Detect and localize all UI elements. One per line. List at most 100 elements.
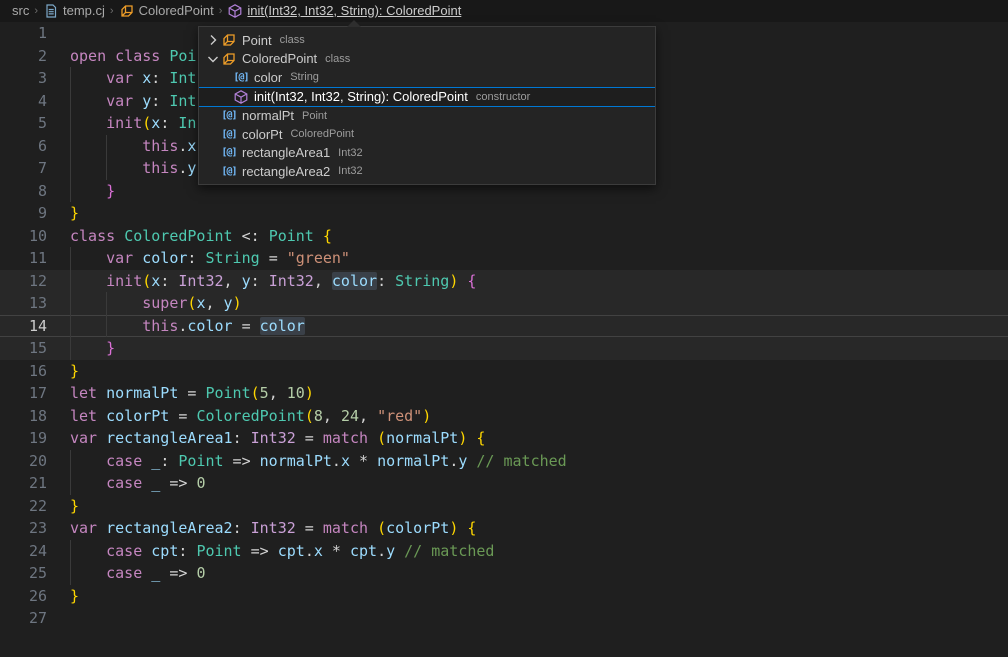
code-line-15[interactable]: 15 } xyxy=(0,337,1008,360)
symbol-row-point[interactable]: Pointclass xyxy=(199,31,655,50)
code-text: init(x: In xyxy=(70,112,196,135)
symbol-field-icon: [@] xyxy=(221,163,237,179)
code-line-11[interactable]: 11 var color: String = "green" xyxy=(0,247,1008,270)
token: => xyxy=(160,564,196,582)
symbol-row-color[interactable]: [@]colorString xyxy=(199,68,655,87)
symbol-row-coloredpoint[interactable]: ColoredPoint class xyxy=(199,50,655,69)
code-line-10[interactable]: 10class ColoredPoint <: Point { xyxy=(0,225,1008,248)
code-line-26[interactable]: 26} xyxy=(0,585,1008,608)
line-number: 6 xyxy=(0,135,47,158)
breadcrumb-item-coloredpoint[interactable]: ColoredPoint xyxy=(119,0,214,22)
token: { xyxy=(323,227,332,245)
symbol-name: color xyxy=(254,70,282,85)
token: case xyxy=(106,452,142,470)
token xyxy=(133,92,142,110)
symbol-field-icon: [@] xyxy=(221,145,237,161)
code-line-23[interactable]: 23var rectangleArea2: Int32 = match (col… xyxy=(0,517,1008,540)
code-text: } xyxy=(70,202,79,225)
code-text: case cpt: Point => cpt.x * cpt.y // matc… xyxy=(70,540,494,563)
chevron-down-icon[interactable] xyxy=(205,51,221,67)
code-line-22[interactable]: 22} xyxy=(0,495,1008,518)
token xyxy=(260,227,269,245)
token: . xyxy=(449,452,458,470)
code-text: case _ => 0 xyxy=(70,562,205,585)
chevron-right-icon[interactable] xyxy=(205,32,221,48)
symbol-row-normalpt[interactable]: [@]normalPtPoint xyxy=(199,107,655,126)
code-line-20[interactable]: 20 case _: Point => normalPt.x * normalP… xyxy=(0,450,1008,473)
code-line-24[interactable]: 24 case cpt: Point => cpt.x * cpt.y // m… xyxy=(0,540,1008,563)
token: : xyxy=(377,272,395,290)
code-text: var rectangleArea1: Int32 = match (norma… xyxy=(70,427,485,450)
symbol-detail: Point xyxy=(302,110,327,122)
token xyxy=(70,339,106,357)
token: var xyxy=(106,92,133,110)
symbol-detail: Int32 xyxy=(338,165,362,177)
token: } xyxy=(70,587,79,605)
token: : xyxy=(160,272,178,290)
code-line-16[interactable]: 16} xyxy=(0,360,1008,383)
code-text: case _ => 0 xyxy=(70,472,205,495)
token: ) xyxy=(422,407,431,425)
token: _ xyxy=(151,564,160,582)
token: 10 xyxy=(287,384,305,402)
symbol-row-colorpt[interactable]: [@]colorPtColoredPoint xyxy=(199,125,655,144)
token: x xyxy=(142,69,151,87)
token: ( xyxy=(251,384,260,402)
code-line-27[interactable]: 27 xyxy=(0,607,1008,630)
token: x xyxy=(341,452,350,470)
highlighted-occurrence: color xyxy=(332,272,377,290)
token: y xyxy=(224,294,233,312)
symbol-row-rectanglearea1[interactable]: [@]rectangleArea1Int32 xyxy=(199,144,655,163)
code-line-12[interactable]: 12 init(x: Int32, y: Int32, color: Strin… xyxy=(0,270,1008,293)
code-line-9[interactable]: 9} xyxy=(0,202,1008,225)
token: Int xyxy=(169,92,196,110)
code-text: class ColoredPoint <: Point { xyxy=(70,225,332,248)
token xyxy=(70,272,106,290)
line-number: 2 xyxy=(0,45,47,68)
token: . xyxy=(305,542,314,560)
token: rectangleArea1 xyxy=(106,429,232,447)
token: super xyxy=(142,294,187,312)
code-line-25[interactable]: 25 case _ => 0 xyxy=(0,562,1008,585)
token xyxy=(70,92,106,110)
token xyxy=(278,249,287,267)
code-text: var color: String = "green" xyxy=(70,247,350,270)
token: ( xyxy=(305,407,314,425)
line-number: 9 xyxy=(0,202,47,225)
code-line-14[interactable]: 14 this.color = color xyxy=(0,315,1008,338)
token: cpt xyxy=(278,542,305,560)
code-line-17[interactable]: 17let normalPt = Point(5, 10) xyxy=(0,382,1008,405)
token: . xyxy=(332,452,341,470)
token: String xyxy=(205,249,259,267)
symbol-row-rectanglearea2[interactable]: [@]rectangleArea2Int32 xyxy=(199,162,655,181)
symbol-row-init-int32-int32-string-[interactable]: init(Int32, Int32, String): ColoredPoint… xyxy=(199,87,655,107)
token: = xyxy=(233,317,260,335)
code-text: this.y xyxy=(70,157,196,180)
symbol-detail: String xyxy=(290,71,319,83)
code-text: let colorPt = ColoredPoint(8, 24, "red") xyxy=(70,405,431,428)
token: var xyxy=(70,429,97,447)
line-number: 7 xyxy=(0,157,47,180)
code-line-21[interactable]: 21 case _ => 0 xyxy=(0,472,1008,495)
code-text: } xyxy=(70,495,79,518)
token: case xyxy=(106,474,142,492)
token: open xyxy=(70,47,106,65)
symbol-name: init(Int32, Int32, String): ColoredPoint xyxy=(254,89,468,104)
breadcrumb-item-temp-cj[interactable]: temp.cj xyxy=(43,0,105,22)
token: class xyxy=(70,227,115,245)
symbol-name: ColoredPoint xyxy=(242,51,317,66)
symbol-detail: class xyxy=(325,53,350,65)
token xyxy=(97,407,106,425)
code-line-18[interactable]: 18let colorPt = ColoredPoint(8, 24, "red… xyxy=(0,405,1008,428)
token xyxy=(70,294,142,312)
code-text: init(x: Int32, y: Int32, color: String) … xyxy=(70,270,476,293)
code-line-19[interactable]: 19var rectangleArea1: Int32 = match (nor… xyxy=(0,427,1008,450)
symbol-name: rectangleArea1 xyxy=(242,145,330,160)
token: , xyxy=(359,407,377,425)
breadcrumb-item-init-int32-int32-string-[interactable]: init(Int32, Int32, String): ColoredPoint xyxy=(227,0,461,22)
token xyxy=(115,227,124,245)
breadcrumb-item-src[interactable]: src xyxy=(12,0,29,22)
token: : xyxy=(251,272,269,290)
token: : xyxy=(160,452,178,470)
code-line-13[interactable]: 13 super(x, y) xyxy=(0,292,1008,315)
